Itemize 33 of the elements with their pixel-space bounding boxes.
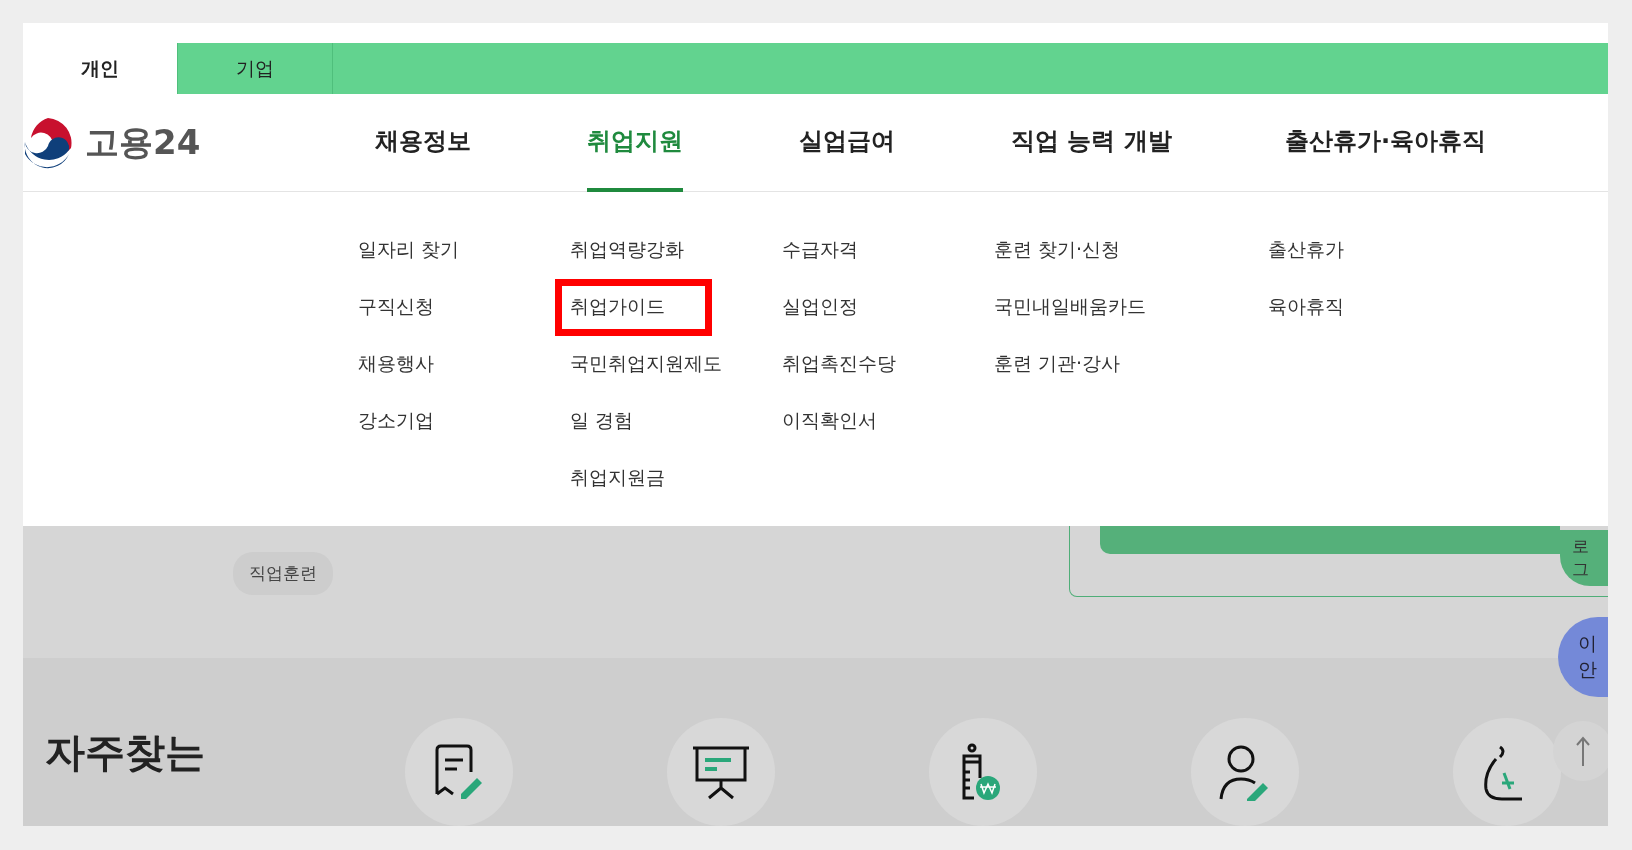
submenu-link[interactable]: 채용행사 (343, 335, 481, 393)
submenu-link[interactable]: 실업인정 (767, 278, 905, 336)
submenu-link[interactable]: 육아휴직 (1253, 278, 1391, 336)
scroll-top-button[interactable] (1553, 721, 1608, 781)
submenu-link[interactable]: 훈련 기관·강사 (979, 335, 1168, 393)
submenu-link[interactable]: 취업촉진수당 (767, 335, 943, 393)
emblem-icon (23, 115, 73, 170)
login-bar[interactable] (1100, 525, 1560, 554)
submenu-link[interactable]: 구직신청 (343, 278, 481, 336)
main-menu-item[interactable]: 채용정보 (375, 94, 471, 192)
up-arrow-icon (1575, 736, 1591, 766)
submenu-link[interactable]: 취업가이드 (555, 278, 712, 336)
submenu-link[interactable]: 취업지원금 (555, 449, 712, 507)
submenu-link[interactable]: 일자리 찾기 (343, 221, 507, 279)
submenu-link[interactable]: 취업역량강화 (555, 221, 731, 279)
submenu-link[interactable]: 일 경험 (555, 392, 681, 450)
keyword-tag[interactable]: 직업훈련 (233, 551, 333, 595)
main-menu-item[interactable]: 출산휴가·육아휴직 (1285, 94, 1487, 192)
guide-button[interactable]: 이 안 (1558, 616, 1608, 697)
submenu-link[interactable]: 이직확인서 (767, 392, 924, 450)
site-logo-text[interactable]: 고용24 (85, 119, 201, 166)
submenu-link[interactable]: 강소기업 (343, 392, 481, 450)
section-title: 자주찾는 (45, 728, 206, 777)
submenu-link[interactable]: 국민취업지원제도 (555, 335, 769, 393)
submenu-link[interactable]: 수급자격 (767, 221, 905, 279)
user-type-tab[interactable]: 기업 (178, 43, 333, 95)
main-menu-item[interactable]: 취업지원 (587, 94, 683, 192)
submenu-link[interactable]: 출산휴가 (1253, 221, 1391, 279)
submenu-link[interactable]: 훈련 찾기·신청 (979, 221, 1168, 279)
main-menu-item[interactable]: 직업 능력 개발 (1011, 94, 1172, 192)
login-button[interactable]: 로그 (1560, 529, 1608, 586)
main-menu-item[interactable]: 실업급여 (799, 94, 895, 192)
submenu-link[interactable]: 국민내일배움카드 (979, 278, 1193, 336)
